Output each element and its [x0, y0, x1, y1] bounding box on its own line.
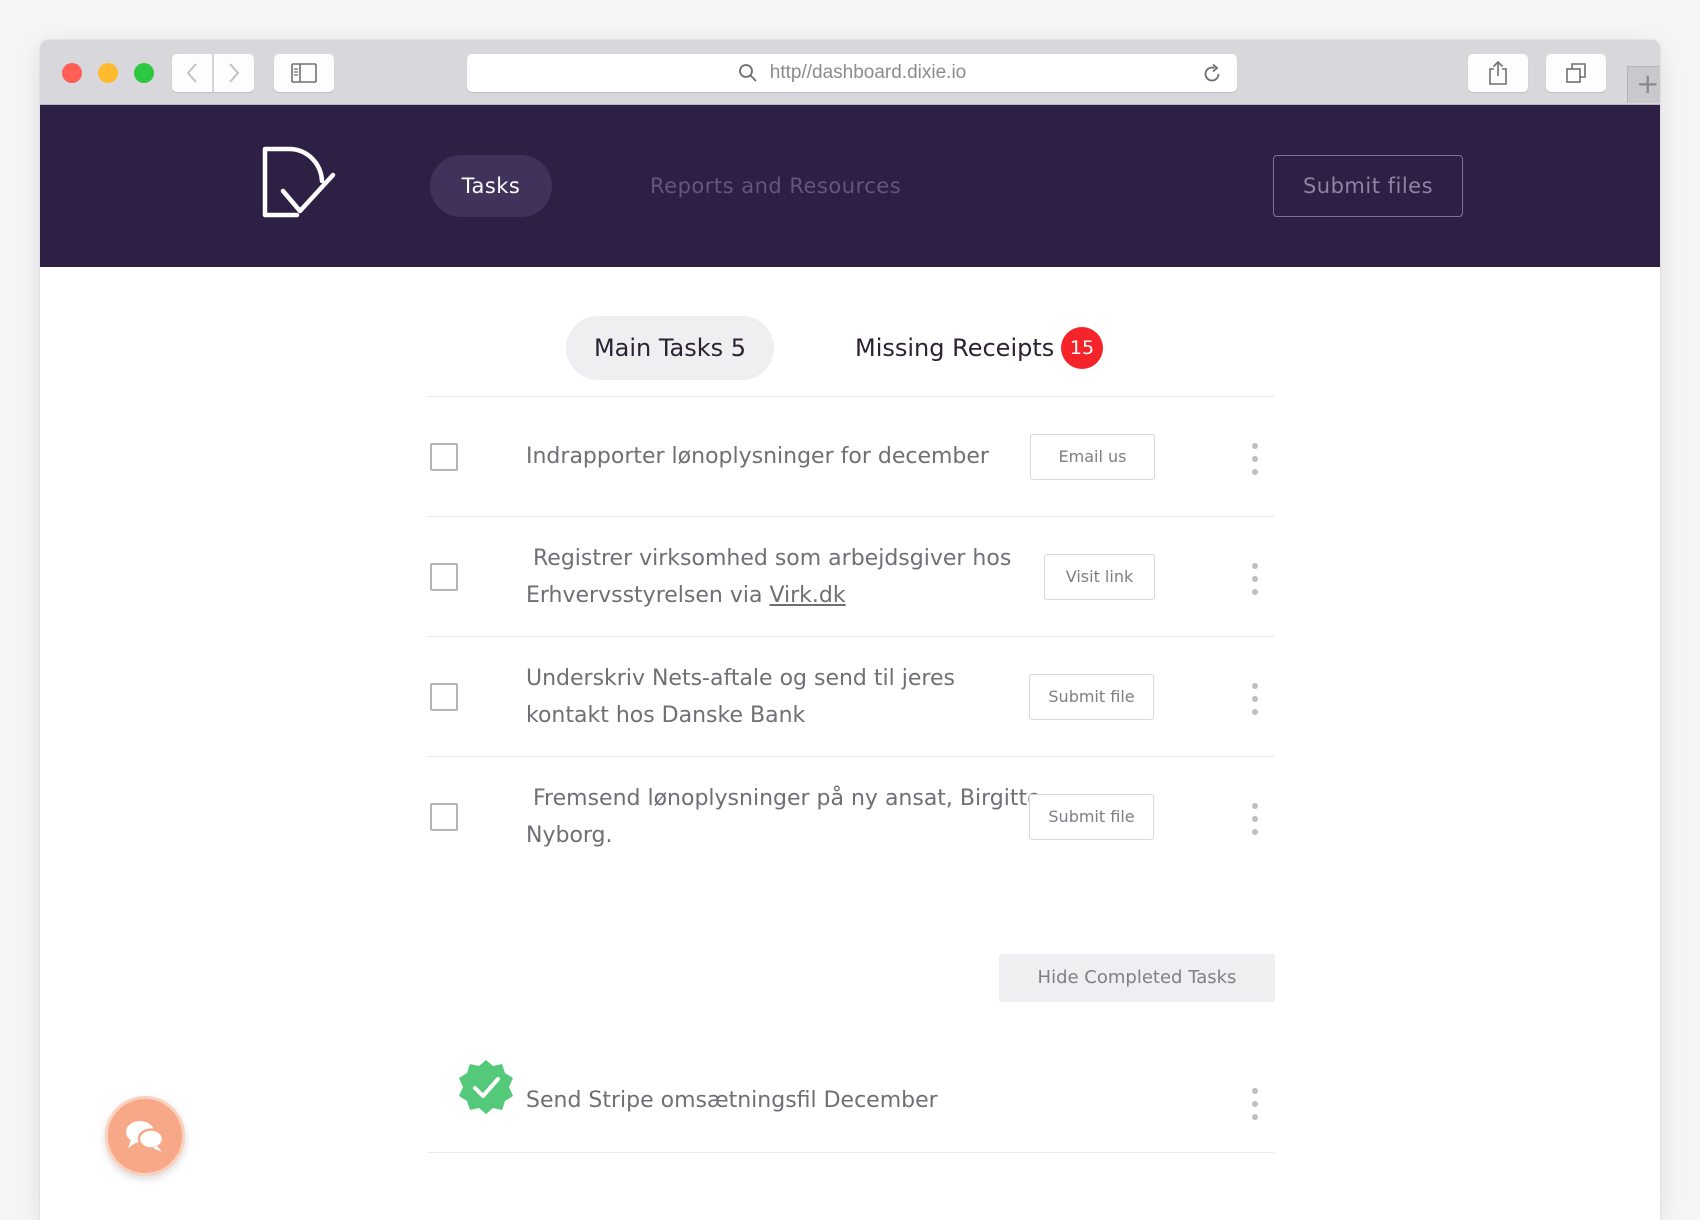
forward-button[interactable]	[214, 54, 254, 92]
task-checkbox[interactable]	[430, 683, 458, 711]
back-button[interactable]	[172, 54, 212, 92]
task-text: Fremsend lønoplysninger på ny ansat, Bir…	[526, 780, 1041, 854]
task-row: Underskriv Nets-aftale og send til jeres…	[428, 637, 1274, 757]
submit-file-button[interactable]: Submit file	[1029, 794, 1154, 840]
divider	[428, 1152, 1274, 1153]
tab-main-tasks[interactable]: Main Tasks 5	[566, 316, 774, 380]
share-icon	[1489, 60, 1507, 85]
search-icon	[738, 64, 757, 82]
email-us-button[interactable]: Email us	[1030, 434, 1155, 480]
hide-completed-tasks-button[interactable]: Hide Completed Tasks	[999, 954, 1275, 1002]
tabs-icon	[1566, 63, 1586, 83]
submit-files-button[interactable]: Submit files	[1273, 155, 1463, 217]
check-badge-icon[interactable]	[457, 1058, 515, 1116]
missing-receipts-count-badge: 15	[1061, 327, 1103, 369]
task-checkbox[interactable]	[430, 443, 458, 471]
more-options-icon[interactable]	[1251, 443, 1259, 477]
address-bar[interactable]: http//dashboard.dixie.io	[467, 54, 1237, 92]
task-row: Fremsend lønoplysninger på ny ansat, Bir…	[428, 757, 1274, 877]
minimize-window-button[interactable]	[98, 63, 118, 83]
task-text-line: kontakt hos Danske Bank	[526, 703, 806, 728]
maximize-window-button[interactable]	[134, 63, 154, 83]
app-header: Tasks Reports and Resources Submit files	[40, 105, 1660, 267]
back-icon	[186, 63, 197, 83]
nav-tasks[interactable]: Tasks	[430, 155, 552, 217]
task-text: Indrapporter lønoplysninger for december	[526, 444, 989, 469]
sidebar-toggle-button[interactable]	[274, 54, 334, 92]
task-text-line: Nyborg.	[526, 823, 613, 848]
sidebar-icon	[291, 63, 317, 83]
virk-link[interactable]: Virk.dk	[769, 583, 845, 608]
browser-window: http//dashboard.dixie.io + Tasks Reports…	[40, 40, 1660, 1220]
new-tab-button[interactable]: +	[1627, 66, 1660, 103]
more-options-icon[interactable]	[1251, 563, 1259, 597]
task-text-line: Fremsend lønoplysninger på ny ansat, Bir…	[526, 786, 1041, 811]
task-row: Indrapporter lønoplysninger for december…	[428, 397, 1274, 517]
task-text: Registrer virksomhed som arbejdsgiver ho…	[526, 540, 1036, 614]
browser-toolbar: http//dashboard.dixie.io +	[40, 40, 1660, 105]
more-options-icon[interactable]	[1251, 1088, 1259, 1122]
completed-task-text: Send Stripe omsætningsfil December	[526, 1088, 938, 1113]
close-window-button[interactable]	[62, 63, 82, 83]
task-checkbox[interactable]	[430, 563, 458, 591]
task-row: Registrer virksomhed som arbejdsgiver ho…	[428, 517, 1274, 637]
share-button[interactable]	[1468, 54, 1528, 92]
submit-file-button[interactable]: Submit file	[1029, 674, 1154, 720]
more-options-icon[interactable]	[1251, 803, 1259, 837]
chat-icon	[126, 1121, 165, 1152]
chat-button[interactable]	[105, 1096, 185, 1176]
forward-icon	[229, 63, 240, 83]
visit-link-button[interactable]: Visit link	[1044, 554, 1155, 600]
task-text-prefix: Erhvervsstyrelsen via	[526, 583, 770, 608]
task-checkbox[interactable]	[430, 803, 458, 831]
reload-icon[interactable]	[1201, 63, 1223, 85]
tabs-overview-button[interactable]	[1546, 54, 1606, 92]
tab-missing-receipts[interactable]: Missing Receipts	[855, 316, 1054, 380]
more-options-icon[interactable]	[1251, 683, 1259, 717]
dixie-logo-icon[interactable]	[255, 145, 337, 223]
task-text-line: Registrer virksomhed som arbejdsgiver ho…	[526, 546, 1012, 571]
task-text-line: Underskriv Nets-aftale og send til jeres	[526, 666, 955, 691]
plus-icon: +	[1636, 67, 1660, 100]
url-text: http//dashboard.dixie.io	[769, 62, 967, 83]
task-text: Underskriv Nets-aftale og send til jeres…	[526, 660, 1036, 734]
nav-reports-and-resources[interactable]: Reports and Resources	[650, 155, 901, 217]
